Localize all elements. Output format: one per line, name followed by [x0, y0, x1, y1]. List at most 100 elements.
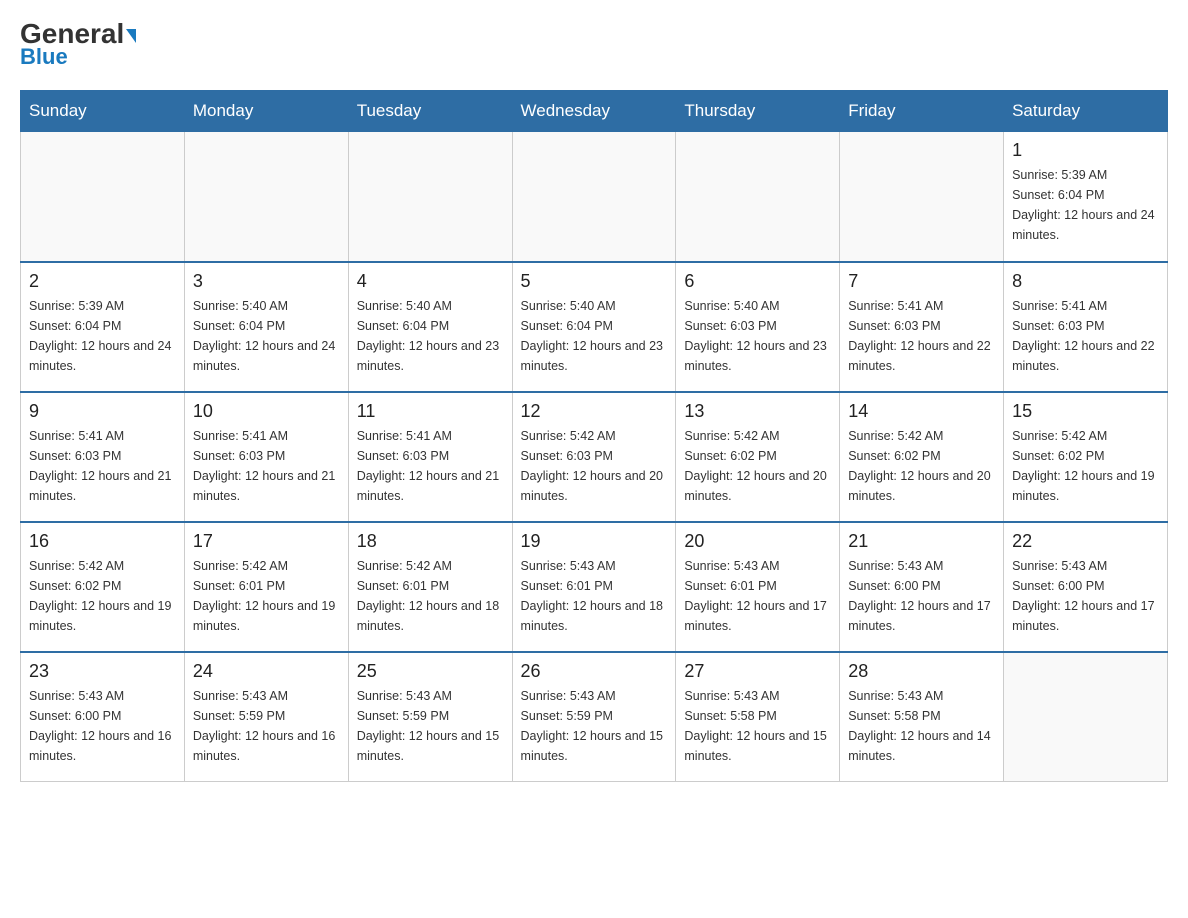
day-info: Sunrise: 5:43 AMSunset: 5:59 PMDaylight:…	[193, 686, 340, 766]
calendar-week-3: 9 Sunrise: 5:41 AMSunset: 6:03 PMDaylight…	[21, 392, 1168, 522]
day-number: 5	[521, 271, 668, 292]
day-info: Sunrise: 5:42 AMSunset: 6:01 PMDaylight:…	[193, 556, 340, 636]
calendar-cell	[348, 132, 512, 262]
day-number: 17	[193, 531, 340, 552]
day-info: Sunrise: 5:40 AMSunset: 6:04 PMDaylight:…	[193, 296, 340, 376]
calendar-cell	[512, 132, 676, 262]
calendar-cell: 26 Sunrise: 5:43 AMSunset: 5:59 PMDayligh…	[512, 652, 676, 782]
day-number: 18	[357, 531, 504, 552]
calendar-cell: 11 Sunrise: 5:41 AMSunset: 6:03 PMDayligh…	[348, 392, 512, 522]
calendar-cell	[21, 132, 185, 262]
calendar-cell: 9 Sunrise: 5:41 AMSunset: 6:03 PMDaylight…	[21, 392, 185, 522]
calendar-week-5: 23 Sunrise: 5:43 AMSunset: 6:00 PMDayligh…	[21, 652, 1168, 782]
calendar-week-4: 16 Sunrise: 5:42 AMSunset: 6:02 PMDayligh…	[21, 522, 1168, 652]
calendar-cell: 28 Sunrise: 5:43 AMSunset: 5:58 PMDayligh…	[840, 652, 1004, 782]
day-info: Sunrise: 5:42 AMSunset: 6:02 PMDaylight:…	[29, 556, 176, 636]
day-info: Sunrise: 5:39 AMSunset: 6:04 PMDaylight:…	[1012, 165, 1159, 245]
calendar-cell	[1004, 652, 1168, 782]
day-info: Sunrise: 5:43 AMSunset: 6:00 PMDaylight:…	[848, 556, 995, 636]
day-number: 28	[848, 661, 995, 682]
day-info: Sunrise: 5:42 AMSunset: 6:02 PMDaylight:…	[1012, 426, 1159, 506]
calendar-cell: 8 Sunrise: 5:41 AMSunset: 6:03 PMDaylight…	[1004, 262, 1168, 392]
header-sunday: Sunday	[21, 91, 185, 132]
calendar-cell: 13 Sunrise: 5:42 AMSunset: 6:02 PMDayligh…	[676, 392, 840, 522]
day-number: 1	[1012, 140, 1159, 161]
calendar-cell: 12 Sunrise: 5:42 AMSunset: 6:03 PMDayligh…	[512, 392, 676, 522]
day-info: Sunrise: 5:42 AMSunset: 6:02 PMDaylight:…	[684, 426, 831, 506]
day-info: Sunrise: 5:41 AMSunset: 6:03 PMDaylight:…	[29, 426, 176, 506]
day-info: Sunrise: 5:41 AMSunset: 6:03 PMDaylight:…	[193, 426, 340, 506]
day-number: 21	[848, 531, 995, 552]
day-number: 12	[521, 401, 668, 422]
day-info: Sunrise: 5:43 AMSunset: 5:59 PMDaylight:…	[521, 686, 668, 766]
calendar-cell: 16 Sunrise: 5:42 AMSunset: 6:02 PMDayligh…	[21, 522, 185, 652]
calendar-cell: 3Sunrise: 5:40 AMSunset: 6:04 PMDaylight…	[184, 262, 348, 392]
day-number: 15	[1012, 401, 1159, 422]
calendar-cell: 24 Sunrise: 5:43 AMSunset: 5:59 PMDayligh…	[184, 652, 348, 782]
day-number: 9	[29, 401, 176, 422]
day-number: 10	[193, 401, 340, 422]
header-saturday: Saturday	[1004, 91, 1168, 132]
day-info: Sunrise: 5:43 AMSunset: 6:01 PMDaylight:…	[684, 556, 831, 636]
day-number: 19	[521, 531, 668, 552]
calendar-cell: 10 Sunrise: 5:41 AMSunset: 6:03 PMDayligh…	[184, 392, 348, 522]
calendar-cell: 7 Sunrise: 5:41 AMSunset: 6:03 PMDaylight…	[840, 262, 1004, 392]
day-number: 2	[29, 271, 176, 292]
calendar-cell: 25 Sunrise: 5:43 AMSunset: 5:59 PMDayligh…	[348, 652, 512, 782]
calendar-cell: 19 Sunrise: 5:43 AMSunset: 6:01 PMDayligh…	[512, 522, 676, 652]
day-number: 8	[1012, 271, 1159, 292]
calendar-cell: 21 Sunrise: 5:43 AMSunset: 6:00 PMDayligh…	[840, 522, 1004, 652]
day-info: Sunrise: 5:43 AMSunset: 6:01 PMDaylight:…	[521, 556, 668, 636]
day-info: Sunrise: 5:42 AMSunset: 6:01 PMDaylight:…	[357, 556, 504, 636]
day-info: Sunrise: 5:41 AMSunset: 6:03 PMDaylight:…	[1012, 296, 1159, 376]
logo-triangle-icon	[126, 29, 136, 43]
calendar-header-row: SundayMondayTuesdayWednesdayThursdayFrid…	[21, 91, 1168, 132]
day-number: 6	[684, 271, 831, 292]
day-number: 14	[848, 401, 995, 422]
header-monday: Monday	[184, 91, 348, 132]
day-number: 11	[357, 401, 504, 422]
header-thursday: Thursday	[676, 91, 840, 132]
header-friday: Friday	[840, 91, 1004, 132]
day-info: Sunrise: 5:41 AMSunset: 6:03 PMDaylight:…	[357, 426, 504, 506]
calendar-cell: 14Sunrise: 5:42 AMSunset: 6:02 PMDayligh…	[840, 392, 1004, 522]
calendar-cell: 2 Sunrise: 5:39 AMSunset: 6:04 PMDaylight…	[21, 262, 185, 392]
day-number: 26	[521, 661, 668, 682]
day-info: Sunrise: 5:42 AMSunset: 6:03 PMDaylight:…	[521, 426, 668, 506]
logo-blue: Blue	[20, 44, 68, 70]
day-number: 27	[684, 661, 831, 682]
day-number: 7	[848, 271, 995, 292]
calendar-cell: 20 Sunrise: 5:43 AMSunset: 6:01 PMDayligh…	[676, 522, 840, 652]
day-number: 4	[357, 271, 504, 292]
day-number: 25	[357, 661, 504, 682]
logo: General Blue	[20, 20, 136, 70]
calendar-week-1: 1 Sunrise: 5:39 AMSunset: 6:04 PMDaylight…	[21, 132, 1168, 262]
day-info: Sunrise: 5:39 AMSunset: 6:04 PMDaylight:…	[29, 296, 176, 376]
day-number: 13	[684, 401, 831, 422]
calendar-cell: 23 Sunrise: 5:43 AMSunset: 6:00 PMDayligh…	[21, 652, 185, 782]
day-info: Sunrise: 5:40 AMSunset: 6:03 PMDaylight:…	[684, 296, 831, 376]
day-info: Sunrise: 5:43 AMSunset: 6:00 PMDaylight:…	[29, 686, 176, 766]
calendar-cell	[184, 132, 348, 262]
calendar-cell: 22Sunrise: 5:43 AMSunset: 6:00 PMDayligh…	[1004, 522, 1168, 652]
calendar-week-2: 2 Sunrise: 5:39 AMSunset: 6:04 PMDaylight…	[21, 262, 1168, 392]
calendar-table: SundayMondayTuesdayWednesdayThursdayFrid…	[20, 90, 1168, 782]
day-number: 24	[193, 661, 340, 682]
day-number: 20	[684, 531, 831, 552]
day-info: Sunrise: 5:43 AMSunset: 5:58 PMDaylight:…	[848, 686, 995, 766]
day-number: 23	[29, 661, 176, 682]
calendar-cell: 5 Sunrise: 5:40 AMSunset: 6:04 PMDaylight…	[512, 262, 676, 392]
calendar-cell: 6 Sunrise: 5:40 AMSunset: 6:03 PMDaylight…	[676, 262, 840, 392]
calendar-cell: 18 Sunrise: 5:42 AMSunset: 6:01 PMDayligh…	[348, 522, 512, 652]
calendar-cell: 4 Sunrise: 5:40 AMSunset: 6:04 PMDaylight…	[348, 262, 512, 392]
day-info: Sunrise: 5:40 AMSunset: 6:04 PMDaylight:…	[357, 296, 504, 376]
day-info: Sunrise: 5:41 AMSunset: 6:03 PMDaylight:…	[848, 296, 995, 376]
day-info: Sunrise: 5:43 AMSunset: 5:59 PMDaylight:…	[357, 686, 504, 766]
day-info: Sunrise: 5:40 AMSunset: 6:04 PMDaylight:…	[521, 296, 668, 376]
day-info: Sunrise: 5:43 AMSunset: 5:58 PMDaylight:…	[684, 686, 831, 766]
day-number: 16	[29, 531, 176, 552]
calendar-cell: 1 Sunrise: 5:39 AMSunset: 6:04 PMDaylight…	[1004, 132, 1168, 262]
day-number: 22	[1012, 531, 1159, 552]
calendar-cell: 17 Sunrise: 5:42 AMSunset: 6:01 PMDayligh…	[184, 522, 348, 652]
calendar-cell	[676, 132, 840, 262]
